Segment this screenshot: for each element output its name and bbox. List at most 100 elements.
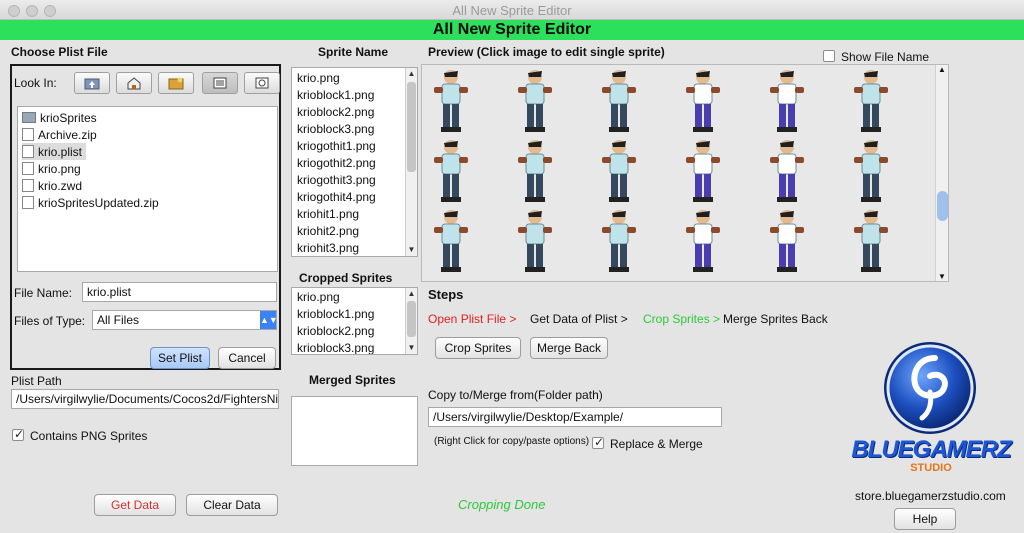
sprite-thumbnail[interactable] [508, 207, 562, 275]
file-icon [22, 145, 34, 158]
file-icon [22, 196, 34, 209]
list-item[interactable]: krioblock1.png [297, 87, 374, 104]
sprite-thumbnail[interactable] [508, 67, 562, 135]
file-icon [22, 128, 34, 141]
details-view-icon [255, 77, 269, 89]
copy-merge-path-field[interactable]: /Users/virgilwylie/Desktop/Example/ [428, 407, 722, 427]
set-plist-button[interactable]: Set Plist [150, 347, 210, 369]
chevron-down-icon: ▲▼ [260, 311, 278, 329]
copy-merge-label: Copy to/Merge from(Folder path) [428, 388, 603, 402]
clear-data-button[interactable]: Clear Data [186, 494, 278, 516]
sprite-thumbnail[interactable] [760, 207, 814, 275]
steps-title: Steps [428, 287, 464, 302]
scroll-up-icon[interactable]: ▲ [406, 288, 417, 300]
plist-path-label: Plist Path [11, 374, 62, 388]
file-item[interactable]: krioSpritesUpdated.zip [22, 194, 159, 211]
sprite-thumbnail[interactable] [760, 67, 814, 135]
list-item[interactable]: krio.png [297, 70, 340, 87]
sprite-thumbnail[interactable] [844, 67, 898, 135]
file-item[interactable]: krioSprites [22, 109, 97, 126]
scroll-thumb[interactable] [937, 191, 948, 221]
file-name-field[interactable]: krio.plist [82, 282, 277, 302]
preview-title: Preview (Click image to edit single spri… [428, 45, 665, 59]
file-item[interactable]: krio.zwd [22, 177, 82, 194]
scroll-down-icon[interactable]: ▼ [406, 342, 417, 354]
sprite-thumbnail[interactable] [424, 207, 478, 275]
sprite-name-list[interactable]: krio.png krioblock1.png krioblock2.png k… [291, 67, 418, 257]
sprite-thumbnail[interactable] [760, 137, 814, 205]
cropped-sprites-title: Cropped Sprites [299, 271, 393, 285]
cropped-list-scrollbar[interactable]: ▲ ▼ [405, 288, 417, 354]
list-item[interactable]: krioblock3.png [297, 340, 374, 354]
scroll-thumb[interactable] [407, 301, 416, 337]
merged-sprites-title: Merged Sprites [309, 373, 396, 387]
crop-sprites-button[interactable]: Crop Sprites [435, 337, 521, 359]
cropped-sprites-list[interactable]: krio.png krioblock1.png krioblock2.png k… [291, 287, 418, 355]
plist-path-field[interactable]: /Users/virgilwylie/Documents/Cocos2d/Fig… [11, 389, 279, 409]
contains-png-checkbox[interactable] [12, 427, 24, 441]
list-item[interactable]: kriogothit3.png [297, 172, 376, 189]
look-in-label: Look In: [14, 76, 57, 90]
show-file-name-checkbox[interactable] [823, 50, 835, 62]
step-get-data: Get Data of Plist > [530, 312, 628, 326]
files-of-type-select[interactable]: All Files ▲▼ [92, 310, 278, 330]
get-data-button[interactable]: Get Data [94, 494, 176, 516]
scroll-down-icon[interactable]: ▼ [406, 244, 417, 256]
list-item[interactable]: krio.png [297, 289, 340, 306]
sprite-thumbnail[interactable] [592, 67, 646, 135]
home-icon [127, 77, 141, 90]
replace-merge-checkbox[interactable] [592, 435, 604, 449]
new-folder-button[interactable] [158, 72, 194, 94]
scroll-thumb[interactable] [407, 82, 416, 172]
sprite-list-scrollbar[interactable]: ▲ ▼ [405, 68, 417, 256]
copy-merge-hint: (Right Click for copy/paste options) [434, 436, 590, 447]
sprite-thumbnail[interactable] [676, 207, 730, 275]
scroll-up-icon[interactable]: ▲ [938, 65, 946, 74]
app-banner: All New Sprite Editor [0, 20, 1024, 40]
sprite-thumbnail[interactable] [592, 207, 646, 275]
file-icon [22, 179, 34, 192]
window-titlebar: All New Sprite Editor [0, 0, 1024, 20]
store-url[interactable]: store.bluegamerzstudio.com [855, 489, 1006, 503]
file-item[interactable]: Archive.zip [22, 126, 97, 143]
sprite-thumbnail[interactable] [676, 137, 730, 205]
sprite-thumbnail[interactable] [508, 137, 562, 205]
file-chooser: Look In: krioSprites Archive.zip krio.pl… [10, 64, 281, 370]
details-view-button[interactable] [244, 72, 280, 94]
scroll-up-icon[interactable]: ▲ [406, 68, 417, 80]
list-item[interactable]: krioblock2.png [297, 104, 374, 121]
file-list[interactable]: krioSprites Archive.zip krio.plist krio.… [17, 106, 278, 272]
list-item[interactable]: krioblock1.png [297, 306, 374, 323]
sprite-thumbnail[interactable] [844, 207, 898, 275]
list-item[interactable]: krioblock2.png [297, 323, 374, 340]
up-folder-icon [84, 78, 100, 90]
list-item[interactable]: kriogothit4.png [297, 189, 376, 206]
up-folder-button[interactable] [74, 72, 110, 94]
cancel-button[interactable]: Cancel [218, 347, 276, 369]
sprite-preview[interactable]: ▲ ▼ [421, 64, 949, 282]
home-button[interactable] [116, 72, 152, 94]
list-view-button[interactable] [202, 72, 238, 94]
list-item[interactable]: kriogothit2.png [297, 155, 376, 172]
sprite-thumbnail[interactable] [592, 137, 646, 205]
folder-icon [22, 112, 36, 123]
help-button[interactable]: Help [894, 508, 956, 530]
files-of-type-label: Files of Type: [14, 314, 86, 328]
merge-back-button[interactable]: Merge Back [530, 337, 608, 359]
list-item[interactable]: krioblock3.png [297, 121, 374, 138]
merged-sprites-list[interactable] [291, 396, 418, 466]
sprite-thumbnail[interactable] [676, 67, 730, 135]
sprite-thumbnail[interactable] [424, 67, 478, 135]
scroll-down-icon[interactable]: ▼ [938, 272, 946, 281]
sprite-thumbnail[interactable] [844, 137, 898, 205]
sprite-thumbnail[interactable] [424, 137, 478, 205]
file-item[interactable]: krio.png [22, 160, 81, 177]
preview-scrollbar[interactable]: ▲ ▼ [935, 65, 948, 281]
file-item-selected[interactable]: krio.plist [22, 143, 87, 160]
list-item[interactable]: kriohit1.png [297, 206, 359, 223]
list-view-icon [213, 77, 227, 89]
list-item[interactable]: kriohit3.png [297, 240, 359, 257]
new-folder-icon [168, 77, 184, 90]
list-item[interactable]: kriogothit1.png [297, 138, 376, 155]
list-item[interactable]: kriohit2.png [297, 223, 359, 240]
